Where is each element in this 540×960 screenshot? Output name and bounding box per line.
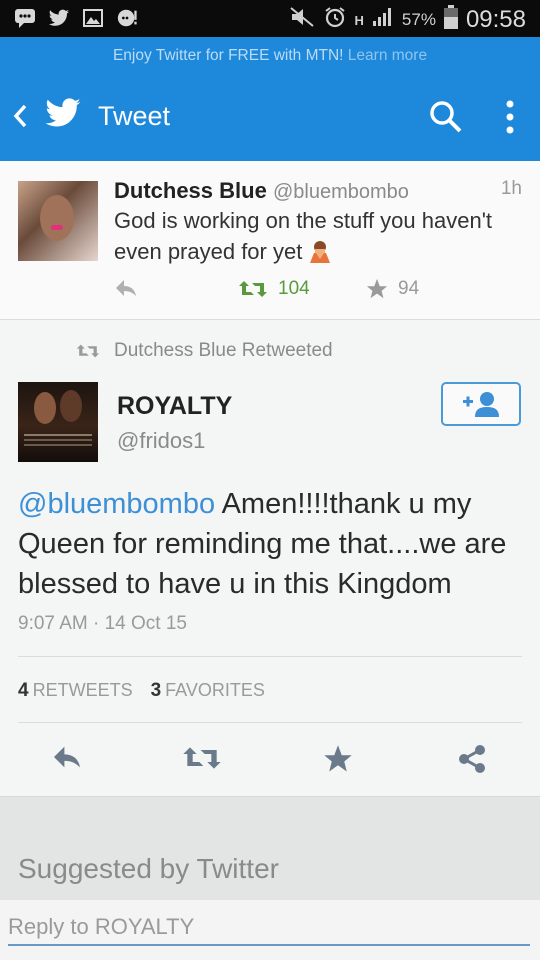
author-handle: @bluembombo bbox=[272, 181, 409, 203]
add-user-icon bbox=[463, 392, 499, 417]
avatar-royalty[interactable] bbox=[18, 382, 98, 462]
promo-text: Enjoy Twitter for FREE with MTN! bbox=[112, 47, 344, 64]
avatar-person-2 bbox=[60, 390, 82, 422]
alarm-icon bbox=[323, 5, 347, 35]
mention-link[interactable]: @bluembombo bbox=[18, 488, 215, 520]
tweet-datetime: 9:07 AM · 14 Oct 15 bbox=[18, 613, 187, 634]
avatar-face bbox=[40, 195, 74, 241]
praying-emoji-icon bbox=[308, 239, 332, 263]
gallery-icon bbox=[82, 7, 104, 29]
tweet-age: 1h bbox=[500, 178, 522, 199]
follow-button[interactable] bbox=[441, 382, 521, 426]
main-author-handle[interactable]: @fridos1 bbox=[117, 428, 205, 454]
tweet-text: God is working on the stuff you haven't … bbox=[114, 208, 493, 264]
avatar-person-1 bbox=[34, 392, 56, 424]
bbm-icon bbox=[14, 7, 36, 29]
avatar-caption bbox=[24, 434, 92, 436]
reply-bar bbox=[0, 900, 540, 960]
retweet-icon[interactable] bbox=[182, 744, 222, 777]
tweet-text-block: God is working on the stuff you haven't … bbox=[114, 205, 514, 267]
main-tweet-text: @bluembombo Amen!!!!thank u my Queen for… bbox=[18, 484, 528, 604]
parent-tweet[interactable]: Dutchess Blue @bluembombo 1h God is work… bbox=[0, 161, 540, 320]
retweet-small-icon bbox=[76, 344, 100, 358]
reply-input[interactable] bbox=[8, 910, 530, 946]
overflow-menu-icon[interactable] bbox=[505, 99, 515, 140]
learn-more-link[interactable]: Learn more bbox=[348, 47, 427, 64]
retweets-stat-count: 4 bbox=[18, 680, 29, 701]
retweet-button[interactable]: 104 bbox=[238, 278, 310, 300]
back-chevron-icon[interactable] bbox=[12, 103, 28, 134]
mute-icon bbox=[289, 6, 315, 34]
divider bbox=[18, 656, 522, 657]
network-type: H bbox=[354, 12, 364, 28]
notification-icons bbox=[14, 7, 138, 29]
clock: 09:58 bbox=[465, 6, 526, 33]
battery-icon bbox=[443, 5, 458, 35]
star-icon bbox=[366, 278, 388, 299]
favorites-stat[interactable]: 3 FAVORITES bbox=[151, 680, 265, 702]
retweet-context: Dutchess Blue Retweeted bbox=[76, 340, 333, 362]
bbm-notification-icon bbox=[116, 7, 138, 29]
tweet-stats: 4 RETWEETS 3 FAVORITES bbox=[18, 680, 265, 702]
retweet-icon bbox=[239, 281, 267, 297]
main-tweet-actions bbox=[0, 738, 540, 784]
share-icon[interactable] bbox=[457, 744, 487, 779]
retweet-context-text[interactable]: Dutchess Blue Retweeted bbox=[114, 340, 333, 362]
favorites-stat-label: FAVORITES bbox=[165, 680, 265, 700]
tweet-author[interactable]: Dutchess Blue @bluembombo bbox=[114, 178, 409, 204]
twitter-notification-icon bbox=[48, 7, 70, 29]
parent-tweet-actions: 104 94 bbox=[114, 276, 514, 306]
suggested-title: Suggested by Twitter bbox=[18, 853, 279, 884]
avatar-dutchess-blue[interactable] bbox=[18, 181, 98, 261]
retweets-stat-label: RETWEETS bbox=[32, 680, 133, 700]
author-name: Dutchess Blue bbox=[114, 178, 267, 203]
divider bbox=[18, 722, 522, 723]
page-title: Tweet bbox=[98, 101, 171, 131]
favorite-star-icon[interactable] bbox=[323, 744, 353, 779]
retweets-stat[interactable]: 4 RETWEETS bbox=[18, 680, 133, 702]
reply-icon[interactable] bbox=[114, 278, 138, 303]
twitter-bird-icon[interactable] bbox=[44, 97, 82, 134]
app-bar: Tweet bbox=[0, 75, 540, 161]
promo-banner: Enjoy Twitter for FREE with MTN! Learn m… bbox=[0, 37, 540, 75]
reply-icon[interactable] bbox=[50, 744, 84, 775]
search-icon[interactable] bbox=[428, 99, 464, 140]
favorite-button[interactable]: 94 bbox=[366, 278, 419, 300]
signal-icon bbox=[372, 7, 394, 33]
status-bar: H 57% 09:58 bbox=[0, 0, 540, 37]
suggested-section bbox=[0, 796, 540, 901]
main-author-name[interactable]: ROYALTY bbox=[117, 392, 232, 421]
system-status: H 57% 09:58 bbox=[289, 5, 526, 35]
battery-percent: 57% bbox=[401, 10, 436, 29]
avatar-lips bbox=[51, 225, 63, 230]
favorite-count: 94 bbox=[398, 278, 420, 299]
retweet-count: 104 bbox=[278, 278, 310, 299]
favorites-stat-count: 3 bbox=[150, 680, 162, 701]
